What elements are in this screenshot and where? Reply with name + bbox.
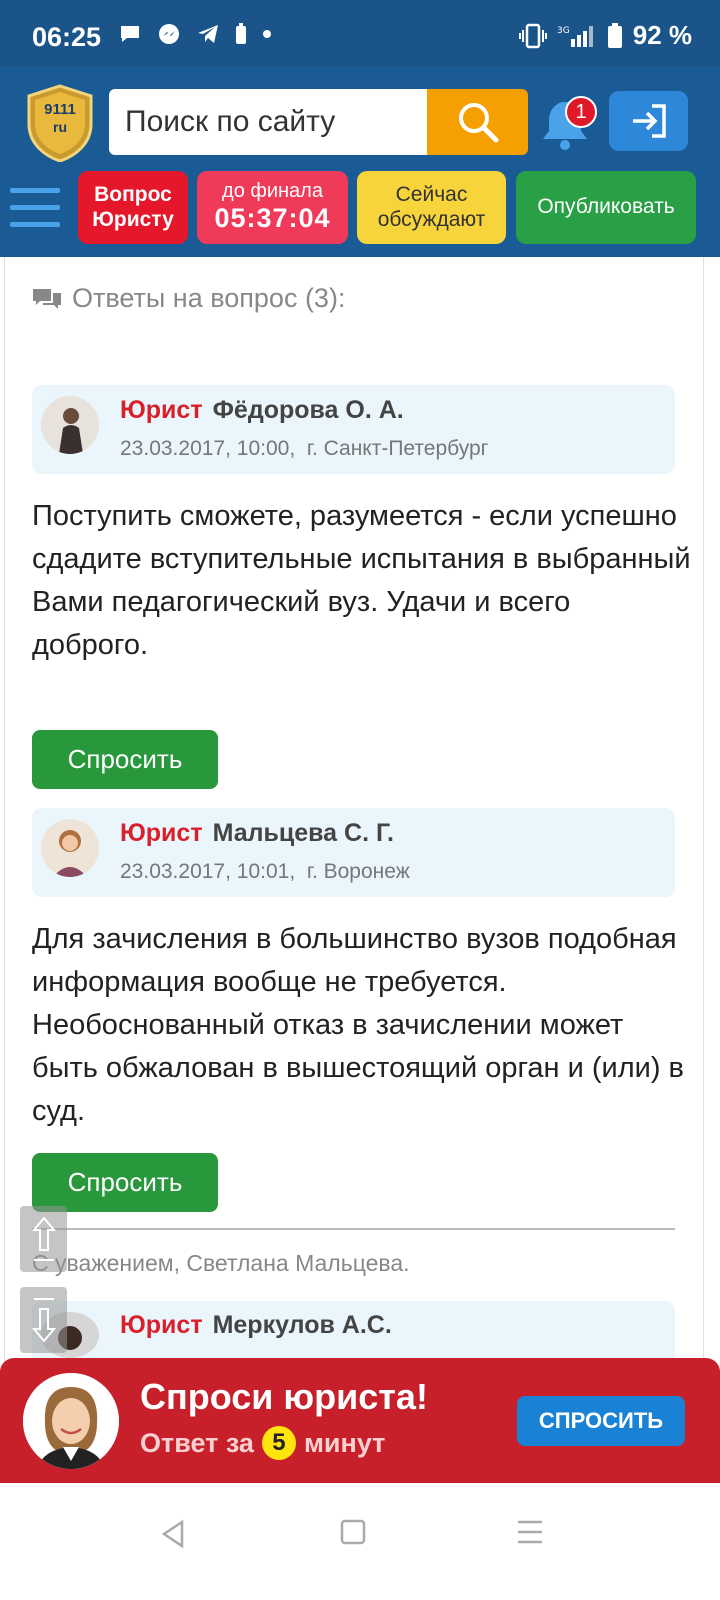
- search-input[interactable]: Поиск по сайту: [109, 89, 427, 155]
- answer-meta: 23.03.2017, 10:00, г. Санкт-Петербург: [120, 437, 488, 461]
- author-role: Юрист: [120, 396, 203, 424]
- ask-lawyer-line1: Вопрос: [94, 183, 172, 207]
- publish-button[interactable]: Опубликовать: [516, 171, 696, 244]
- chat-bubble-icon: [121, 26, 139, 42]
- login-icon: [632, 104, 666, 138]
- logo-text: 9111: [44, 101, 76, 118]
- banner-subtitle: Ответ за 5 минут: [140, 1426, 385, 1460]
- login-button[interactable]: [609, 91, 688, 151]
- timer-value: 05:37:04: [214, 203, 331, 234]
- author-name[interactable]: Фёдорова О. А.: [213, 396, 404, 424]
- ask-button[interactable]: Спросить: [32, 1153, 218, 1212]
- arrow-down-icon: [31, 1298, 56, 1343]
- dot-icon: [263, 30, 271, 38]
- signal-icon: 3G: [557, 25, 593, 47]
- scroll-up-button[interactable]: [20, 1206, 67, 1272]
- system-icons: 3G 92 %: [518, 20, 692, 51]
- answer-date: 23.03.2017, 10:00,: [120, 437, 296, 460]
- answer-text: Для зачисления в большинство вузов подоб…: [32, 923, 684, 1127]
- banner-ask-button[interactable]: СПРОСИТЬ: [517, 1396, 685, 1446]
- logo-text-ru: ru: [53, 119, 67, 135]
- search-icon: [458, 103, 498, 143]
- avatar: [41, 819, 99, 877]
- notification-icons: [118, 22, 272, 46]
- discuss-line1: Сейчас: [395, 183, 468, 207]
- final-timer-button[interactable]: до финала 05:37:04: [197, 171, 348, 244]
- ask-lawyer-button[interactable]: Вопрос Юристу: [78, 171, 188, 244]
- author-line: Юрист Мальцева С. Г.: [120, 819, 394, 848]
- banner-sub-after: минут: [303, 1427, 386, 1458]
- discuss-line2: обсуждают: [377, 207, 486, 231]
- now-discussing-button[interactable]: Сейчас обсуждают: [357, 171, 506, 244]
- author-role: Юрист: [120, 1311, 203, 1339]
- banner-title: Спроси юриста!: [140, 1376, 428, 1417]
- recents-icon[interactable]: [516, 1519, 544, 1545]
- ask-lawyer-line2: Юристу: [92, 207, 174, 231]
- menu-icon[interactable]: [10, 188, 60, 228]
- status-time: 06:25: [32, 22, 102, 52]
- author-line: Юрист Фёдорова О. А.: [120, 396, 404, 425]
- site-logo[interactable]: 9111 ru: [25, 84, 95, 162]
- ask-lawyer-banner[interactable]: Спроси юриста! Ответ за 5 минут СПРОСИТЬ: [0, 1358, 720, 1483]
- battery-small-icon: [236, 23, 246, 44]
- answer-author-card[interactable]: Юрист Мальцева С. Г. 23.03.2017, 10:01, г…: [32, 808, 675, 897]
- battery-percent: 92 %: [632, 20, 692, 50]
- back-icon[interactable]: [160, 1519, 188, 1549]
- author-role: Юрист: [120, 819, 203, 847]
- timer-label: до финала: [222, 180, 323, 203]
- answer-city: г. Санкт-Петербург: [306, 437, 489, 460]
- scroll-down-button[interactable]: [20, 1287, 67, 1353]
- search-placeholder: Поиск по сайту: [125, 105, 336, 138]
- author-name[interactable]: Мальцева С. Г.: [213, 819, 394, 847]
- home-icon[interactable]: [340, 1519, 366, 1545]
- messenger-icon: [159, 24, 179, 44]
- answers-heading: Ответы на вопрос (3):: [32, 283, 345, 314]
- vibrate-icon: [518, 23, 547, 48]
- lawyer-avatar: [23, 1373, 119, 1469]
- answers-heading-text: Ответы на вопрос (3):: [72, 283, 346, 313]
- system-nav-bar: [0, 1483, 720, 1600]
- banner-sub-before: Ответ за: [140, 1427, 254, 1458]
- answer-text: Поступить сможете, разумеется - если усп…: [32, 500, 691, 661]
- answer-city: г. Воронеж: [306, 860, 410, 883]
- author-line: Юрист Меркулов А.С.: [120, 1311, 392, 1340]
- comments-icon: [33, 288, 61, 309]
- arrow-up-icon: [31, 1216, 56, 1261]
- answer-date: 23.03.2017, 10:01,: [120, 860, 296, 883]
- answer-author-card[interactable]: Юрист Фёдорова О. А. 23.03.2017, 10:00, г…: [32, 385, 675, 474]
- svg-text:3G: 3G: [557, 26, 570, 36]
- battery-icon: [607, 22, 622, 48]
- avatar: [41, 396, 99, 454]
- divider: [32, 1228, 675, 1230]
- answer-meta: 23.03.2017, 10:01, г. Воронеж: [120, 860, 410, 884]
- ask-button[interactable]: Спросить: [32, 730, 218, 789]
- banner-sub-number: 5: [261, 1426, 296, 1460]
- telegram-icon: [198, 25, 218, 43]
- answer-author-card[interactable]: Юрист Меркулов А.С.: [32, 1301, 675, 1358]
- notification-badge: 1: [565, 96, 597, 128]
- search-button[interactable]: [427, 89, 528, 155]
- status-bar: 06:25 3G 92 %: [0, 0, 720, 66]
- author-name[interactable]: Меркулов А.С.: [213, 1311, 392, 1339]
- answer-signature: С уважением, Светлана Мальцева.: [32, 1250, 410, 1276]
